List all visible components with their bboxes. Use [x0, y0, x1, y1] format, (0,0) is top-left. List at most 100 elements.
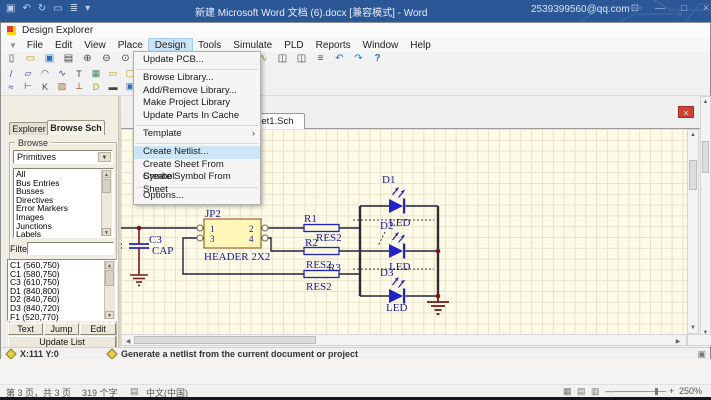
menu-reports[interactable]: Reports [310, 39, 357, 52]
customize-quick-access-icon[interactable]: ▾ [85, 3, 90, 14]
probe-tool-icon[interactable]: D [90, 82, 102, 92]
menu-item-browse-library[interactable]: Browse Library... [134, 72, 260, 84]
primitives-list-scrollbar[interactable]: ▲ ▼ [101, 170, 112, 236]
menu-item-update-pcb[interactable]: Update PCB... [134, 54, 260, 66]
tab-explorer[interactable]: Explorer [9, 122, 49, 135]
schematic-vertical-scrollbar[interactable]: ▲ ▼ [687, 129, 699, 334]
read-mode-icon[interactable]: ▦ [563, 386, 572, 397]
c3-type-label[interactable]: CAP [152, 245, 173, 257]
menu-tools[interactable]: Tools [192, 39, 227, 52]
web-layout-icon[interactable]: ▥ [591, 386, 600, 397]
close-document-icon[interactable]: × [678, 106, 694, 118]
filter-input[interactable] [27, 242, 114, 255]
r1-ref-label[interactable]: R1 [304, 213, 317, 225]
edit-button[interactable]: Edit [80, 323, 116, 335]
style-icon[interactable]: ≣ [70, 3, 78, 14]
maximize-icon[interactable]: □ [681, 3, 687, 14]
scroll-down-icon[interactable]: ▼ [688, 325, 698, 331]
list-item[interactable]: F1 (520,770) [10, 313, 114, 322]
new-sheet-icon[interactable]: ▯ [5, 53, 18, 64]
zoom-document-icon[interactable]: ⊙ [119, 53, 132, 64]
redo-icon[interactable]: ↻ [38, 3, 46, 14]
window-vertical-scrollbar[interactable]: ▲ ▼ [700, 96, 711, 339]
clipped-capacitor[interactable]: P [121, 244, 122, 256]
text-button[interactable]: Text [8, 323, 43, 335]
save-icon[interactable]: ▣ [43, 53, 56, 64]
d2-ref-label[interactable]: D2 [380, 220, 393, 232]
r1-type-label[interactable]: RES2 [316, 232, 342, 244]
scroll-down-icon[interactable]: ▼ [102, 228, 111, 236]
close-icon[interactable]: × [703, 3, 709, 14]
objects-list-scrollbar[interactable]: ▲ ▼ [104, 261, 115, 319]
d3-type-label[interactable]: LED [386, 302, 407, 314]
scroll-up-icon[interactable]: ▲ [701, 99, 710, 105]
word-account-name[interactable]: 2539399560@qq.com [531, 4, 630, 15]
menu-place[interactable]: Place [112, 39, 149, 52]
menu-help[interactable]: Help [404, 39, 437, 52]
scroll-up-icon[interactable]: ▲ [688, 132, 698, 138]
open-document-icon[interactable]: ▭ [24, 53, 37, 64]
ribbon-options-icon[interactable]: ⊡ [631, 3, 639, 14]
menu-design[interactable]: Design [149, 39, 192, 52]
ground-icon[interactable] [427, 296, 449, 314]
scrollbar-thumb[interactable] [102, 179, 111, 193]
zoom-slider[interactable] [614, 391, 666, 392]
scroll-down-icon[interactable]: ▼ [105, 311, 114, 319]
document-system-icon[interactable]: ▼ [9, 41, 17, 50]
net-label-tool-icon[interactable]: ▨ [56, 81, 68, 92]
menu-item-template[interactable]: Template › [134, 128, 260, 140]
scroll-left-icon[interactable]: ◀ [124, 338, 132, 345]
menu-simulate[interactable]: Simulate [227, 39, 278, 52]
touch-mode-icon[interactable]: ▭ [53, 3, 62, 14]
menu-view[interactable]: View [78, 39, 112, 52]
status-help-icon[interactable]: ▣ [697, 349, 706, 360]
menu-item-create-symbol-from-sheet[interactable]: Create Symbol From Sheet [134, 171, 260, 183]
list-item[interactable]: Labels [16, 230, 111, 239]
wire-tool-icon[interactable]: ≈ [5, 82, 17, 92]
scroll-right-icon[interactable]: ▶ [674, 338, 682, 345]
menu-item-add-remove-library[interactable]: Add/Remove Library... [134, 85, 260, 97]
scrollbar-thumb[interactable] [689, 160, 697, 190]
jp2-type-label[interactable]: HEADER 2X2 [204, 251, 270, 263]
minimize-icon[interactable]: — [655, 3, 665, 14]
junction-tool-icon[interactable]: ▬ [107, 82, 119, 92]
scrollbar-thumb[interactable] [105, 270, 114, 286]
menu-file[interactable]: File [21, 39, 49, 52]
scrollbar-thumb[interactable] [702, 141, 709, 173]
menu-item-create-sheet-from-symbol[interactable]: Create Sheet From Symbol [134, 159, 260, 171]
netlist-a-icon[interactable]: ◫ [276, 53, 289, 64]
text-tool-icon[interactable]: T [73, 69, 85, 79]
scrollbar-thumb[interactable] [134, 336, 316, 344]
menu-pld[interactable]: PLD [278, 39, 309, 52]
r3-type-label[interactable]: RES2 [306, 281, 332, 293]
power-port-tool-icon[interactable]: ⊥ [73, 81, 85, 92]
bezier-tool-icon[interactable]: ∿ [56, 68, 68, 79]
menu-item-create-netlist[interactable]: Create Netlist... [134, 146, 260, 158]
netlist-b-icon[interactable]: ◫ [295, 53, 308, 64]
chevron-down-icon[interactable]: ▼ [98, 152, 111, 162]
zoom-in-icon[interactable]: ⊕ [81, 53, 94, 64]
help-icon[interactable]: ? [371, 53, 384, 64]
objects-list[interactable]: C1 (560,750) C1 (580,750) C3 (610,750) D… [7, 259, 117, 321]
scroll-up-icon[interactable]: ▲ [102, 170, 111, 178]
undo-icon[interactable]: ↶ [333, 53, 346, 64]
zoom-slider-thumb[interactable] [655, 388, 658, 395]
d3-ref-label[interactable]: D3 [380, 267, 394, 279]
r2-ref-label[interactable]: R2 [305, 237, 318, 249]
menu-item-update-parts-in-cache[interactable]: Update Parts In Cache [134, 110, 260, 122]
print-icon[interactable]: ▤ [62, 53, 75, 64]
capacitor-c3[interactable]: C3 CAP [129, 228, 173, 286]
menu-window[interactable]: Window [357, 39, 405, 52]
primitives-dropdown[interactable]: Primitives ▼ [13, 150, 113, 164]
rect-tool-icon[interactable]: ▭ [107, 68, 119, 79]
arc-tool-icon[interactable]: ◠ [39, 68, 51, 79]
proofing-icon[interactable]: ▤ [130, 386, 139, 397]
connector-jp2[interactable]: 1 2 3 4 JP2 HEADER 2X2 [197, 208, 270, 263]
filled-rect-tool-icon[interactable]: ▦ [90, 68, 102, 79]
redo-icon[interactable]: ↷ [352, 53, 365, 64]
tab-browse-sch[interactable]: Browse Sch [47, 120, 105, 135]
menu-edit[interactable]: Edit [49, 39, 78, 52]
save-icon[interactable]: ▣ [6, 3, 15, 14]
de-titlebar[interactable]: Design Explorer [1, 23, 710, 39]
zoom-level[interactable]: 250% [679, 386, 702, 396]
